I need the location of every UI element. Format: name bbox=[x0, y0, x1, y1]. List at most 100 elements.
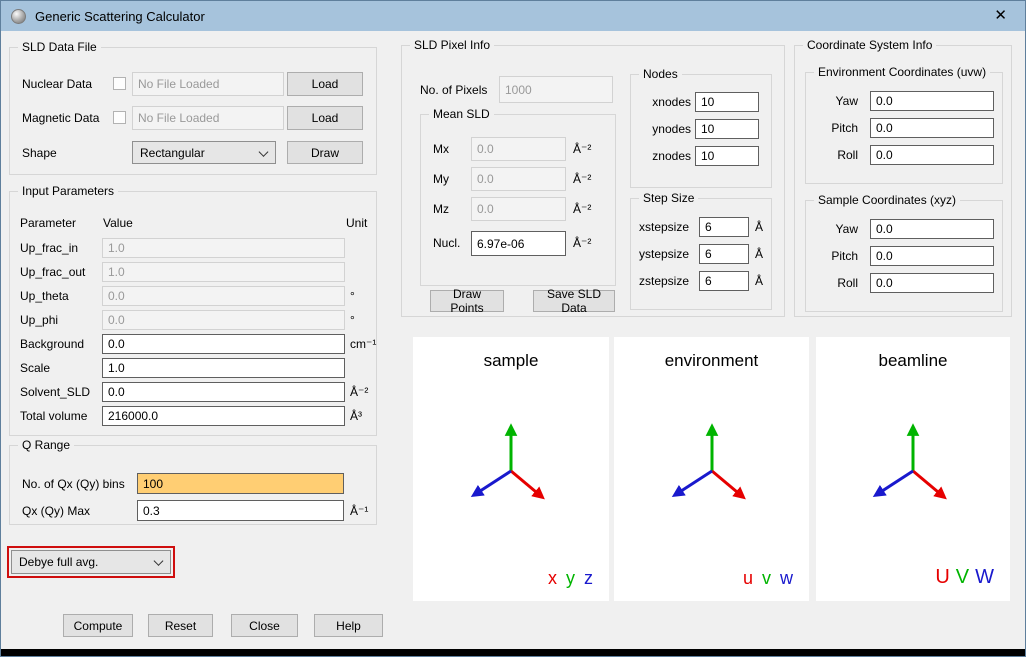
beamline-axis-letters: U V W bbox=[935, 566, 994, 589]
compute-button[interactable]: Compute bbox=[63, 614, 133, 637]
my-label: My bbox=[433, 172, 449, 186]
nodes-title: Nodes bbox=[639, 67, 682, 81]
qx-bins-input[interactable] bbox=[137, 473, 344, 494]
beamline-panel-title: beamline bbox=[816, 351, 1010, 371]
env-yaw-label: Yaw bbox=[816, 94, 858, 108]
mx-input[interactable] bbox=[471, 137, 566, 161]
param-input[interactable] bbox=[102, 238, 345, 258]
sample-panel-title: sample bbox=[413, 351, 609, 371]
smp-pitch-input[interactable] bbox=[870, 246, 994, 266]
param-unit: cm⁻¹ bbox=[350, 337, 376, 351]
help-button[interactable]: Help bbox=[314, 614, 383, 637]
param-label: Up_theta bbox=[20, 289, 69, 303]
nuclear-data-checkbox[interactable] bbox=[113, 77, 126, 90]
param-input[interactable] bbox=[102, 358, 345, 378]
nuclear-data-file-input[interactable] bbox=[132, 72, 284, 96]
smp-yaw-input[interactable] bbox=[870, 219, 994, 239]
magnetic-data-checkbox[interactable] bbox=[113, 111, 126, 124]
close-button[interactable]: Close bbox=[231, 614, 298, 637]
W-axis-letter: W bbox=[975, 566, 994, 589]
save-sld-data-button[interactable]: Save SLD Data bbox=[533, 290, 615, 312]
xnodes-label: xnodes bbox=[639, 95, 691, 109]
zstepsize-label: zstepsize bbox=[639, 274, 689, 288]
param-input[interactable] bbox=[102, 382, 345, 402]
chevron-down-icon bbox=[259, 147, 269, 157]
environment-axis-letters: u v w bbox=[743, 568, 793, 589]
sld-pixel-info-group: SLD Pixel Info No. of Pixels Nodes xnode… bbox=[401, 45, 785, 317]
app-sphere-icon bbox=[11, 9, 26, 24]
magnetic-data-label: Magnetic Data bbox=[22, 111, 99, 125]
magnetic-load-button[interactable]: Load bbox=[287, 106, 363, 130]
env-yaw-input[interactable] bbox=[870, 91, 994, 111]
nucl-unit: Å⁻² bbox=[573, 236, 591, 250]
generic-scattering-calculator-window: Generic Scattering Calculator ✕ SLD Data… bbox=[0, 0, 1026, 657]
ystepsize-label: ystepsize bbox=[639, 247, 689, 261]
sld-pixel-info-title: SLD Pixel Info bbox=[410, 38, 494, 52]
param-label: Up_frac_in bbox=[20, 241, 78, 255]
sample-coordinates-group: Sample Coordinates (xyz) Yaw Pitch Roll bbox=[805, 200, 1003, 312]
qx-bins-label: No. of Qx (Qy) bins bbox=[22, 477, 125, 491]
sample-axes-panel: sample x y z bbox=[413, 337, 609, 601]
param-input[interactable] bbox=[102, 310, 345, 330]
sample-coordinates-title: Sample Coordinates (xyz) bbox=[814, 193, 960, 207]
param-label: Background bbox=[20, 337, 84, 351]
mz-unit: Å⁻² bbox=[573, 202, 591, 216]
qx-max-unit: Å⁻¹ bbox=[350, 504, 368, 518]
w-axis-letter: w bbox=[780, 568, 793, 589]
param-input[interactable] bbox=[102, 286, 345, 306]
mx-label: Mx bbox=[433, 142, 449, 156]
q-range-group: Q Range No. of Qx (Qy) bins Qx (Qy) Max … bbox=[9, 445, 377, 525]
znodes-label: znodes bbox=[639, 149, 691, 163]
nodes-group: Nodes xnodes ynodes znodes bbox=[630, 74, 772, 188]
coordinate-system-info-group: Coordinate System Info Environment Coord… bbox=[794, 45, 1012, 317]
smp-roll-input[interactable] bbox=[870, 273, 994, 293]
nuclear-load-button[interactable]: Load bbox=[287, 72, 363, 96]
no-of-pixels-input[interactable] bbox=[499, 76, 613, 103]
reset-button[interactable]: Reset bbox=[148, 614, 213, 637]
mean-sld-group: Mean SLD Mx Å⁻² My Å⁻² Mz Å⁻² Nucl. Å⁻² bbox=[420, 114, 616, 286]
shape-dropdown[interactable]: Rectangular bbox=[132, 141, 276, 164]
averaging-dropdown[interactable]: Debye full avg. bbox=[11, 550, 171, 574]
environment-coordinates-title: Environment Coordinates (uvw) bbox=[814, 65, 990, 79]
ynodes-input[interactable] bbox=[695, 119, 759, 139]
mz-input[interactable] bbox=[471, 197, 566, 221]
step-size-group: Step Size xstepsize Å ystepsize Å zsteps… bbox=[630, 198, 772, 310]
param-label: Total volume bbox=[20, 409, 87, 423]
mz-label: Mz bbox=[433, 202, 449, 216]
xstepsize-unit: Å bbox=[755, 220, 763, 234]
param-input[interactable] bbox=[102, 334, 345, 354]
close-icon[interactable]: ✕ bbox=[986, 1, 1015, 31]
env-pitch-input[interactable] bbox=[870, 118, 994, 138]
qx-max-label: Qx (Qy) Max bbox=[22, 504, 90, 518]
q-range-title: Q Range bbox=[18, 438, 74, 452]
my-input[interactable] bbox=[471, 167, 566, 191]
header-parameter: Parameter bbox=[20, 216, 76, 230]
my-unit: Å⁻² bbox=[573, 172, 591, 186]
xstepsize-input[interactable] bbox=[699, 217, 749, 237]
sld-data-file-group: SLD Data File Nuclear Data Load Magnetic… bbox=[9, 47, 377, 175]
draw-points-button[interactable]: Draw Points bbox=[430, 290, 504, 312]
qx-max-input[interactable] bbox=[137, 500, 344, 521]
xstepsize-label: xstepsize bbox=[639, 220, 689, 234]
env-roll-label: Roll bbox=[816, 148, 858, 162]
xnodes-input[interactable] bbox=[695, 92, 759, 112]
nucl-input[interactable] bbox=[471, 231, 566, 256]
x-axis-letter: x bbox=[548, 568, 557, 589]
shape-label: Shape bbox=[22, 146, 57, 160]
zstepsize-unit: Å bbox=[755, 274, 763, 288]
env-roll-input[interactable] bbox=[870, 145, 994, 165]
mean-sld-title: Mean SLD bbox=[429, 107, 494, 121]
u-axis-letter: u bbox=[743, 568, 753, 589]
uvw-axes-icon bbox=[647, 409, 777, 521]
header-unit: Unit bbox=[346, 216, 367, 230]
header-value: Value bbox=[103, 216, 133, 230]
draw-button[interactable]: Draw bbox=[287, 141, 363, 164]
ystepsize-input[interactable] bbox=[699, 244, 749, 264]
zstepsize-input[interactable] bbox=[699, 271, 749, 291]
param-input[interactable] bbox=[102, 262, 345, 282]
env-pitch-label: Pitch bbox=[816, 121, 858, 135]
param-input[interactable] bbox=[102, 406, 345, 426]
mx-unit: Å⁻² bbox=[573, 142, 591, 156]
magnetic-data-file-input[interactable] bbox=[132, 106, 284, 130]
znodes-input[interactable] bbox=[695, 146, 759, 166]
